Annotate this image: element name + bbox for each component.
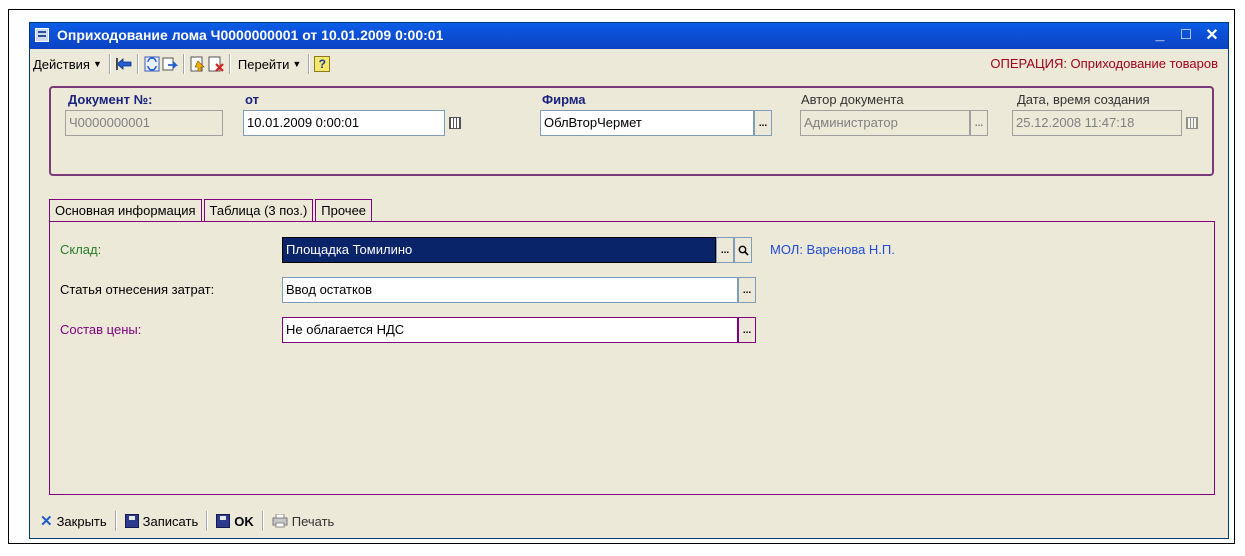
price-field[interactable]: Не облагается НДС — [282, 317, 738, 343]
toolbar-separator — [108, 54, 111, 74]
toolbar-separator — [228, 54, 231, 74]
toolbar-separator — [206, 511, 209, 531]
goto-menu[interactable]: Перейти ▼ — [235, 53, 304, 75]
help-label: ? — [318, 57, 326, 71]
document-up-icon[interactable] — [189, 55, 207, 73]
date-field[interactable]: 10.01.2009 0:00:01 — [243, 110, 445, 136]
firm-label: Фирма — [542, 92, 586, 107]
printer-icon — [272, 514, 288, 528]
cost-item-field[interactable]: Ввод остатков — [282, 277, 738, 303]
price-select-button[interactable]: ... — [738, 317, 756, 343]
author-label: Автор документа — [801, 92, 904, 107]
print-label: Печать — [291, 513, 335, 529]
close-icon: ✕ — [40, 513, 53, 530]
maximize-button[interactable]: □ — [1176, 25, 1196, 45]
help-icon[interactable]: ? — [314, 56, 331, 72]
sync-icon[interactable] — [161, 55, 179, 73]
tab-other[interactable]: Прочее — [315, 199, 373, 221]
window-title: Оприходование лома Ч0000000001 от 10.01.… — [57, 27, 444, 43]
document-delete-icon[interactable] — [207, 55, 225, 73]
cost-item-label: Статья отнесения затрат: — [60, 282, 215, 297]
document-window: Оприходование лома Ч0000000001 от 10.01.… — [29, 22, 1229, 539]
operation-label: ОПЕРАЦИЯ: Оприходование товаров — [990, 56, 1218, 71]
price-label: Состав цены: — [60, 322, 142, 337]
print-button[interactable]: Печать — [268, 509, 339, 533]
tab-table[interactable]: Таблица (3 поз.) — [203, 199, 314, 221]
minimize-button[interactable]: _ — [1150, 25, 1170, 45]
close-window-button[interactable]: ✕ — [1202, 25, 1222, 45]
toolbar-separator — [182, 54, 185, 74]
toolbar-separator — [261, 511, 264, 531]
document-icon — [35, 28, 49, 42]
author-field: Администратор — [800, 110, 970, 136]
floppy-disk-icon — [216, 514, 231, 528]
tab-label: Таблица (3 поз.) — [209, 203, 308, 218]
save-label: Записать — [142, 513, 199, 529]
created-field: 25.12.2008 11:47:18 — [1012, 110, 1182, 136]
created-label: Дата, время создания — [1017, 92, 1150, 107]
tab-panel-main: Склад: Площадка Томилино ... МОЛ: Варено… — [49, 221, 1215, 495]
title-bar[interactable]: Оприходование лома Ч0000000001 от 10.01.… — [30, 23, 1228, 49]
actions-label: Действия — [33, 56, 90, 72]
save-button[interactable]: Записать — [121, 509, 203, 533]
close-label: Закрыть — [56, 513, 107, 529]
tab-label: Прочее — [321, 203, 367, 218]
close-button[interactable]: ✕ Закрыть — [36, 509, 111, 533]
toolbar-separator — [136, 54, 139, 74]
toolbar-separator — [114, 511, 117, 531]
tab-main-info[interactable]: Основная информация — [49, 199, 202, 221]
warehouse-select-button[interactable]: ... — [716, 237, 734, 263]
calendar-icon[interactable] — [446, 113, 464, 133]
warehouse-field[interactable]: Площадка Томилино — [282, 237, 716, 263]
floppy-disk-icon — [124, 514, 139, 528]
author-select-button: ... — [970, 110, 988, 136]
actions-menu[interactable]: Действия ▼ — [30, 53, 105, 75]
firm-field[interactable]: ОблВторЧермет — [540, 110, 754, 136]
toolbar-separator — [308, 54, 311, 74]
tab-label: Основная информация — [55, 203, 196, 218]
header-panel: Документ №: Ч0000000001 от 10.01.2009 0:… — [49, 86, 1214, 176]
ok-label: OK — [234, 513, 254, 529]
warehouse-label: Склад: — [60, 242, 102, 257]
goto-label: Перейти — [237, 56, 290, 72]
mol-link[interactable]: МОЛ: Варенова Н.П. — [770, 242, 895, 257]
caret-down-icon: ▼ — [92, 59, 102, 69]
back-arrow-icon[interactable] — [115, 55, 133, 73]
doc-number-field: Ч0000000001 — [65, 110, 223, 136]
doc-number-label: Документ №: — [68, 92, 153, 107]
refresh-icon[interactable] — [143, 55, 161, 73]
date-label: от — [245, 92, 259, 107]
search-icon[interactable] — [734, 237, 752, 263]
firm-select-button[interactable]: ... — [754, 110, 772, 136]
cost-item-select-button[interactable]: ... — [738, 277, 756, 303]
calendar-icon — [1183, 113, 1201, 133]
caret-down-icon: ▼ — [292, 59, 302, 69]
ok-button[interactable]: OK — [212, 509, 258, 533]
bottom-bar: ✕ Закрыть Записать OK Печать — [30, 504, 1228, 538]
tab-strip: Основная информация Таблица (3 поз.) Про… — [49, 199, 374, 221]
